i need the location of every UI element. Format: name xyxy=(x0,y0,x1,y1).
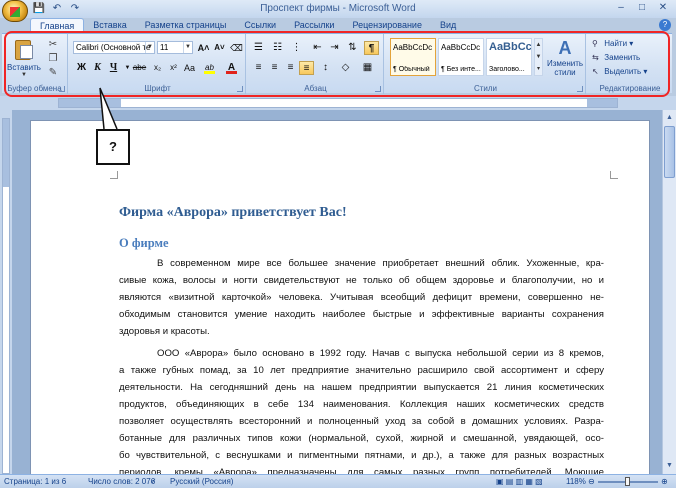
callout-box: ? xyxy=(96,129,130,165)
callout-pointer xyxy=(99,87,118,130)
